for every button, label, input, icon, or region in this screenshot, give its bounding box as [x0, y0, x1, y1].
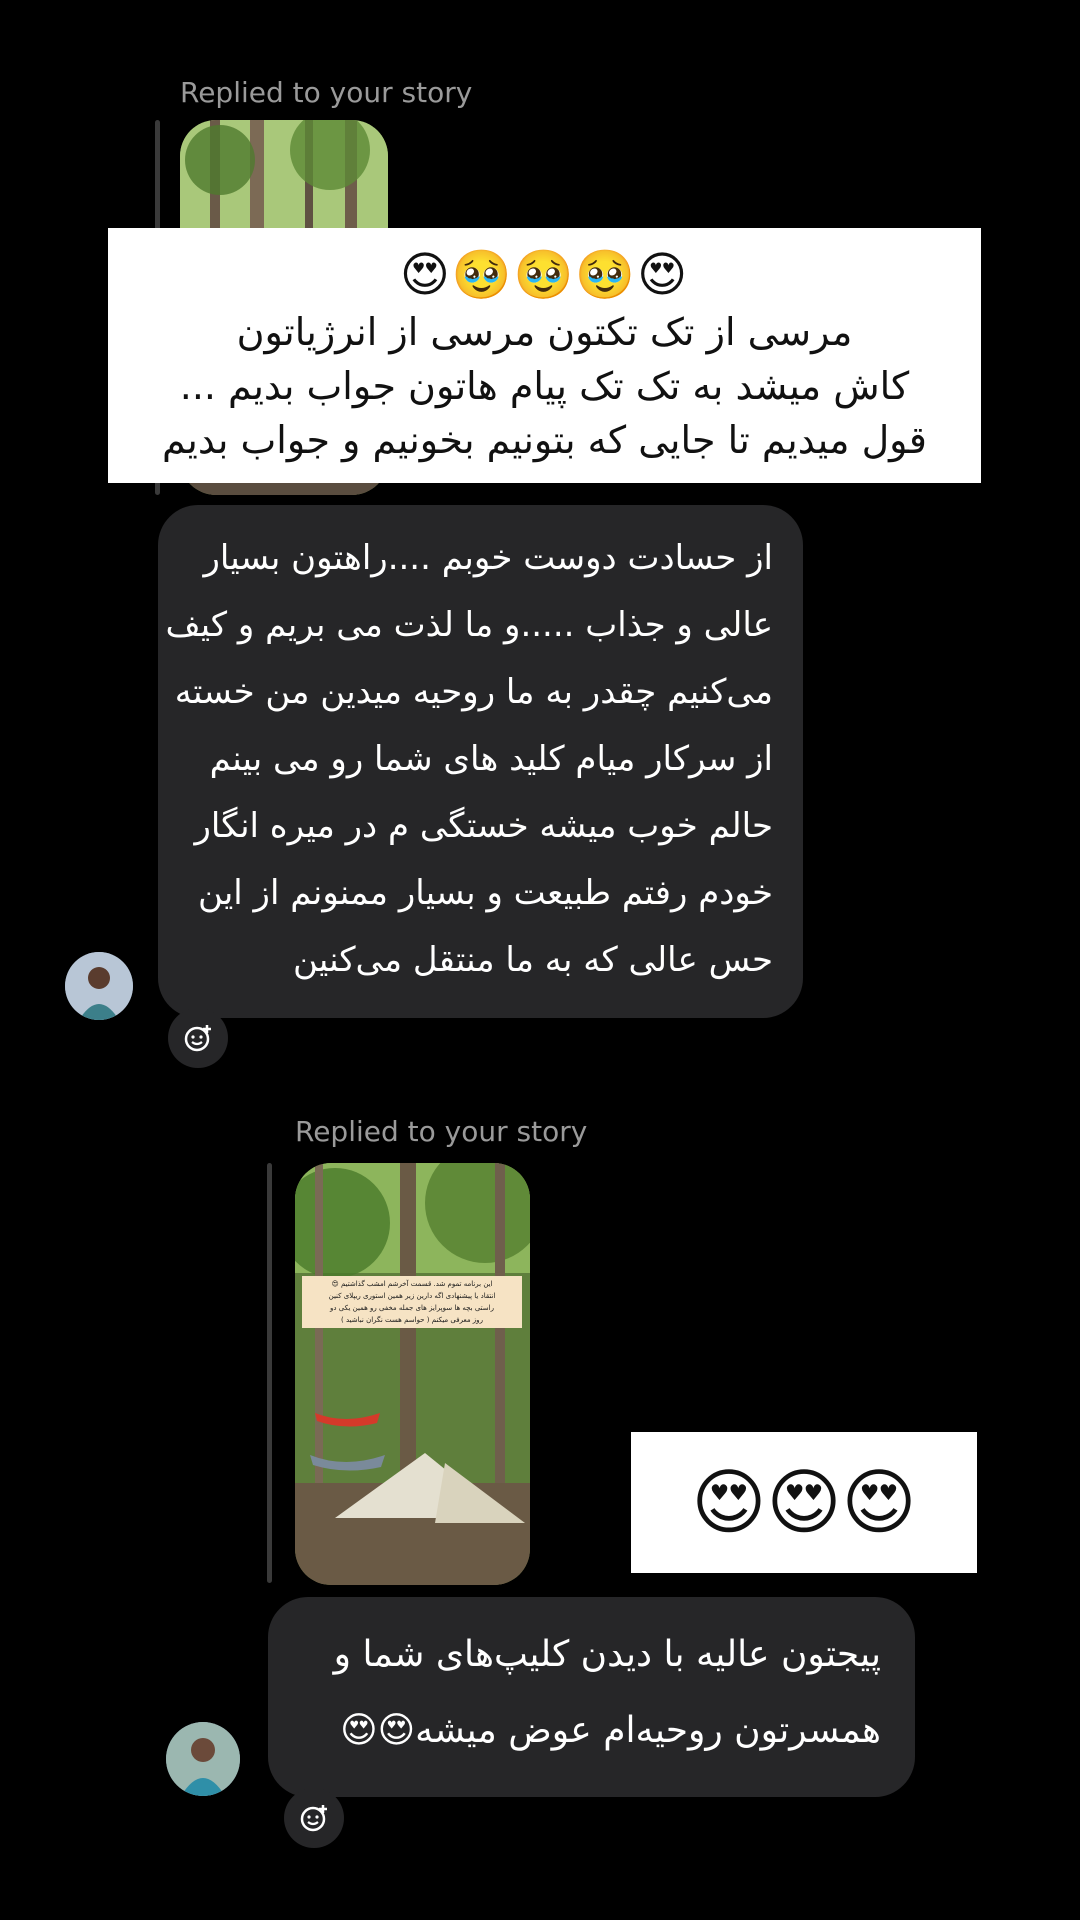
- message-line: پیجتون عالیه با دیدن کلیپ‌های شما و: [333, 1634, 881, 1675]
- avatar[interactable]: [65, 952, 133, 1020]
- replied-to-story-label: Replied to your story: [295, 1115, 588, 1148]
- add-reaction-button[interactable]: [284, 1788, 344, 1848]
- emoji-overlay-box: 😍😍😍: [631, 1432, 977, 1573]
- smiley-plus-icon: [184, 1025, 211, 1052]
- overlay-line: قول میدیم تا جایی که بتونیم بخونیم و جوا…: [162, 418, 927, 462]
- smiley-plus-icon: [300, 1805, 327, 1832]
- avatar-image: [65, 952, 133, 1020]
- overlay-line: مرسی از تک تکتون مرسی از انرژیاتون: [236, 310, 853, 354]
- message-line: عالی و جذاب .....و ما لذت می بریم و کیف: [165, 605, 773, 645]
- message-bubble-2[interactable]: پیجتون عالیه با دیدن کلیپ‌های شما و همسر…: [268, 1597, 915, 1797]
- caption-line: راستی بچه ها سوپرایز های جمله مخفی رو هم…: [330, 1304, 494, 1312]
- emoji-row: 😍🥹🥹🥹😍: [399, 247, 690, 303]
- forest-camp-image: [295, 1163, 530, 1585]
- message-line: حالم خوب میشه خستگی م در میره انگار: [194, 806, 773, 846]
- story-thumbnail-2[interactable]: این برنامه تموم شد. قسمت آخرشم امشب گذاش…: [295, 1163, 530, 1585]
- avatar-image: [166, 1722, 240, 1796]
- avatar[interactable]: [166, 1722, 240, 1796]
- add-reaction-button[interactable]: [168, 1008, 228, 1068]
- message-line: از حسادت دوست خوبم ....راهتون بسیار: [203, 538, 773, 578]
- message-line: خودم رفتم طبیعت و بسیار ممنونم از این: [197, 873, 773, 913]
- story-caption: این برنامه تموم شد. قسمت آخرشم امشب گذاش…: [302, 1276, 522, 1328]
- text-overlay-box: 😍🥹🥹🥹😍 مرسی از تک تکتون مرسی از انرژیاتون…: [108, 228, 981, 483]
- message-line: حس عالی که به ما منتقل می‌کنین: [292, 940, 773, 980]
- overlay-line: کاش میشد به تک تک پیام هاتون جواب بدیم .…: [179, 364, 910, 408]
- message-bubble-1[interactable]: از حسادت دوست خوبم ....راهتون بسیار عالی…: [158, 505, 803, 1018]
- message-line: می‌کنیم چقدر به ما روحیه میدین من خسته: [174, 672, 773, 712]
- caption-line: این برنامه تموم شد. قسمت آخرشم امشب گذاش…: [331, 1280, 493, 1288]
- message-line: همسرتون روحیه‌ام عوض میشه😍😍: [340, 1710, 881, 1751]
- caption-line: انتقاد یا پیشنهادی اگه دارین زیر همین اس…: [328, 1292, 496, 1300]
- reply-quote-bar: [267, 1163, 272, 1583]
- replied-to-story-label: Replied to your story: [180, 76, 473, 109]
- caption-line: روز معرفی میکنم ( حواسم هست نگران نباشید…: [341, 1316, 483, 1324]
- message-line: از سرکار میام کلید های شما رو می بینم: [209, 739, 773, 779]
